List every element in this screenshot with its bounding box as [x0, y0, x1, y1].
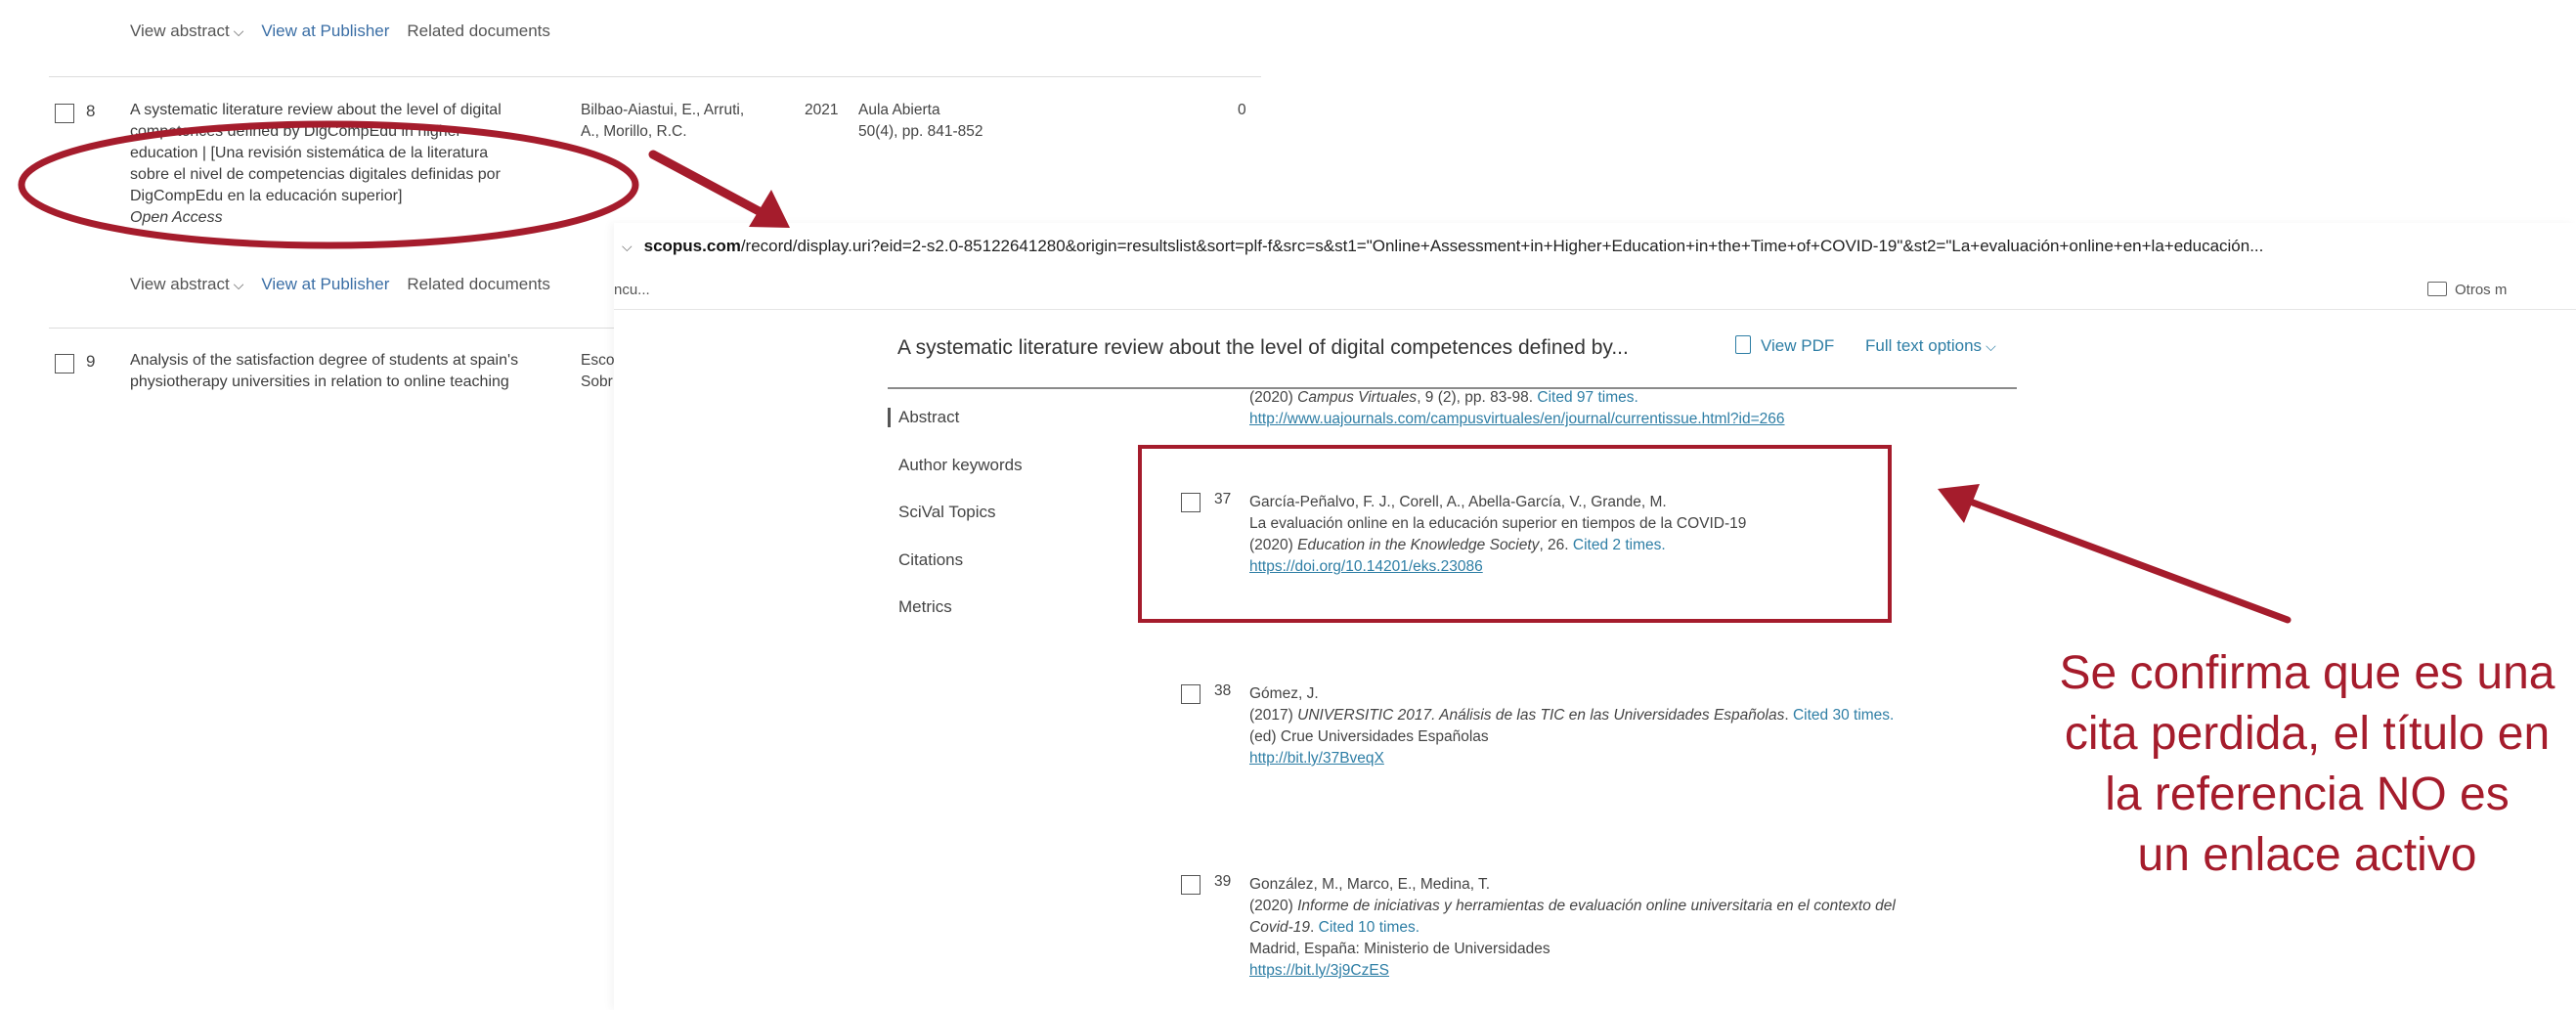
arrow-line	[648, 150, 767, 218]
annotation-text: Se confirma que es una cita perdida, el …	[2059, 647, 2555, 881]
highlight-ellipse	[18, 120, 639, 249]
highlight-box	[1138, 445, 1892, 623]
arrow-line	[1969, 499, 2292, 624]
